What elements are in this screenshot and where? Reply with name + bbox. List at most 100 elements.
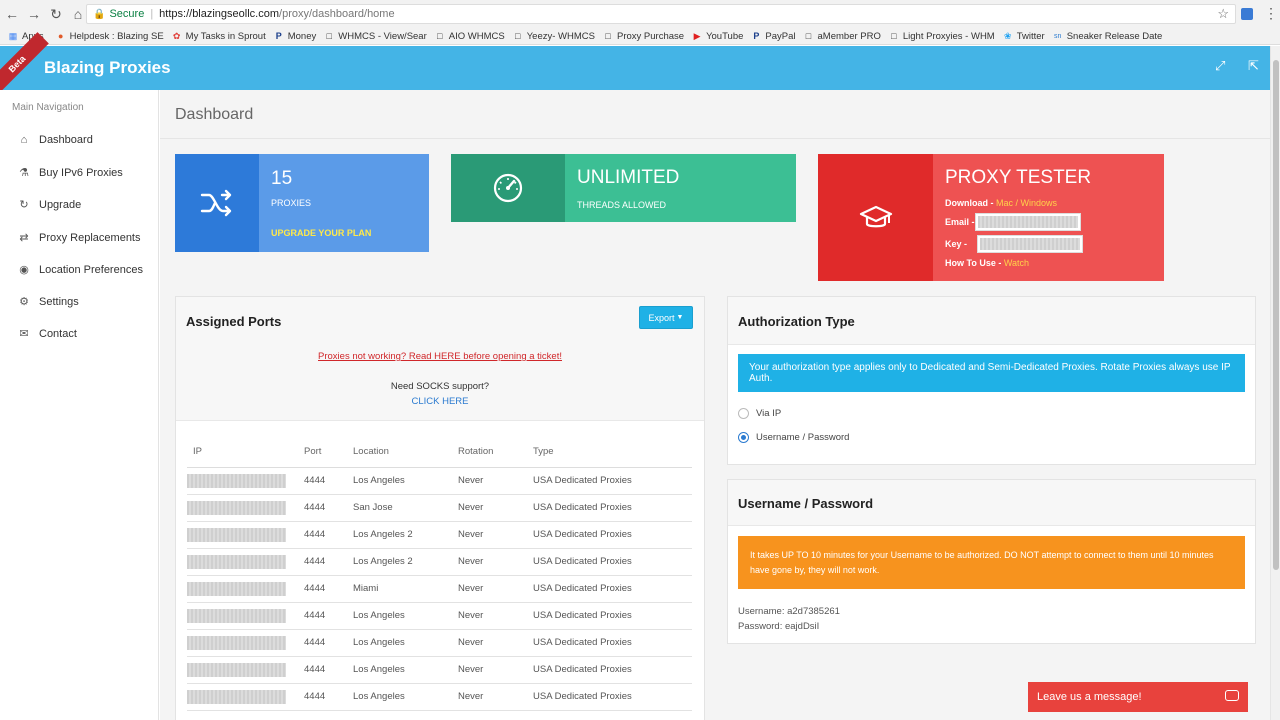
table-header-row: IP Port Location Rotation Type: [187, 437, 692, 468]
exchange-icon: ⇄: [19, 232, 29, 244]
chat-bubble-icon: [1225, 690, 1239, 701]
bookmark-item[interactable]: □ AIO WHMCS: [435, 31, 505, 42]
column-header-type: Type: [533, 437, 692, 468]
sidebar-item-location-preferences[interactable]: ◉ Location Preferences: [18, 263, 143, 277]
brand-title[interactable]: Blazing Proxies: [44, 58, 171, 78]
forward-arrow-icon[interactable]: →: [24, 4, 44, 24]
app-header: Beta Blazing Proxies ⤢ ⇱: [0, 32, 1270, 96]
flask-icon: ⚗: [19, 167, 29, 179]
leave-message-chat-button[interactable]: Leave us a message!: [1028, 682, 1248, 712]
mac-download-link[interactable]: Mac: [996, 198, 1013, 208]
ip-redacted: [187, 527, 286, 542]
bookmark-item[interactable]: □ WHMCS - View/Sear: [324, 31, 427, 42]
ip-redacted: [187, 608, 286, 623]
sidebar-item-buy-ipv6[interactable]: ⚗ Buy IPv6 Proxies: [18, 166, 123, 180]
upgrade-plan-link[interactable]: UPGRADE YOUR PLAN: [271, 228, 371, 238]
ip-redacted: [187, 500, 286, 515]
proxies-tile: 15 PROXIES UPGRADE YOUR PLAN: [175, 154, 429, 252]
back-arrow-icon[interactable]: ←: [2, 4, 22, 24]
sidebar-item-dashboard[interactable]: ⌂ Dashboard: [18, 134, 93, 146]
logout-icon[interactable]: ⇱: [1248, 58, 1259, 74]
browser-menu-icon[interactable]: ⋮: [1264, 5, 1278, 22]
secure-label: Secure: [109, 8, 145, 20]
sidebar-item-settings[interactable]: ⚙ Settings: [18, 295, 79, 309]
page-scrollbar[interactable]: [1270, 46, 1280, 720]
bookmark-item[interactable]: P PayPal: [751, 31, 795, 42]
refresh-icon: ↻: [19, 199, 29, 211]
ip-redacted: [187, 554, 286, 569]
ip-redacted: [187, 635, 286, 650]
page-icon: □: [515, 31, 521, 41]
ip-redacted: [187, 581, 286, 596]
bookmark-item[interactable]: □ Yeezy- WHMCS: [513, 31, 595, 42]
bookmark-item[interactable]: ▶ YouTube: [692, 31, 744, 42]
apps-grid-icon: ▦: [8, 30, 18, 41]
assigned-ports-panel: Assigned Ports Export ▼ Proxies not worki…: [175, 296, 705, 720]
radio-via-ip[interactable]: Via IP: [738, 408, 781, 419]
proxy-tester-tile: PROXY TESTER Download - Mac / Windows Em…: [818, 154, 1164, 281]
scrollbar-thumb[interactable]: [1273, 60, 1279, 570]
bookmark-item[interactable]: ❀ Twitter: [1003, 31, 1045, 42]
sidebar-item-proxy-replacements[interactable]: ⇄ Proxy Replacements: [18, 231, 140, 245]
caret-down-icon: ▼: [676, 314, 684, 321]
bookmark-star-icon[interactable]: ☆: [1217, 6, 1229, 22]
radio-button[interactable]: [738, 408, 749, 419]
address-bar[interactable]: 🔒 Secure | https://blazingseollc.com/pro…: [86, 4, 1236, 24]
table-row: 4444 Los Angeles Never USA Dedicated Proxie…: [187, 629, 692, 657]
fullscreen-icon[interactable]: ⤢: [1215, 58, 1225, 74]
reload-icon[interactable]: ↻: [46, 4, 66, 24]
watch-link[interactable]: Watch: [1004, 258, 1029, 268]
proxies-not-working-link[interactable]: Proxies not working? Read HERE before op…: [176, 351, 704, 362]
bookmark-item[interactable]: □ Light Proxyies - WHM: [889, 31, 995, 42]
proxies-count: 15: [271, 168, 293, 189]
column-header-rotation: Rotation: [458, 437, 533, 468]
shuffle-icon: [175, 154, 259, 252]
page-icon: □: [437, 31, 443, 41]
bookmark-item[interactable]: sn Sneaker Release Date: [1053, 31, 1162, 42]
proxies-label: PROXIES: [271, 198, 312, 208]
authorization-type-panel: Authorization Type Your authorization ty…: [727, 296, 1256, 465]
table-row: 4444 Los Angeles Never USA Dedicated Proxie…: [187, 602, 692, 630]
windows-download-link[interactable]: Windows: [1021, 198, 1058, 208]
username-value: Username: a2d7385261: [738, 606, 840, 617]
url-text: https://blazingseollc.com/proxy/dashboar…: [159, 8, 395, 20]
chat-label: Leave us a message!: [1037, 691, 1142, 703]
main-content: Dashboard 15 PROXIES UPGRADE YOUR PLAN U…: [160, 90, 1270, 720]
username-password-title: Username / Password: [738, 496, 874, 511]
lock-icon: 🔒: [93, 8, 106, 20]
how-to-use-label: How To Use -: [945, 258, 1004, 268]
browser-toolbar: ← → ↻ ⌂ 🔒 Secure | https://blazingseollc…: [0, 0, 1280, 28]
authorization-warning-alert: It takes UP TO 10 minutes for your Usern…: [738, 536, 1245, 589]
bookmark-item[interactable]: P Money: [274, 31, 317, 42]
bookmark-item[interactable]: ✿ My Tasks in Sprout: [172, 31, 266, 42]
assigned-ports-title: Assigned Ports: [186, 314, 282, 329]
radio-button-selected[interactable]: [738, 432, 749, 443]
table-row: 4444 Los Angeles Never USA Dedicated Proxie…: [187, 467, 692, 495]
bookmark-item[interactable]: □ Proxy Purchase: [603, 31, 684, 42]
click-here-link[interactable]: CLICK HERE: [176, 396, 704, 407]
table-row: 4444 Los Angeles 2 Never USA Dedicated Prox…: [187, 548, 692, 576]
username-password-panel: Username / Password It takes UP TO 10 mi…: [727, 479, 1256, 644]
password-value: Password: eajdDsiI: [738, 621, 820, 632]
authorization-info-alert: Your authorization type applies only to …: [738, 354, 1245, 392]
sidebar-item-upgrade[interactable]: ↻ Upgrade: [18, 198, 81, 212]
paypal-icon: P: [275, 31, 282, 41]
ports-table: IP Port Location Rotation Type 4444 Los A…: [187, 437, 692, 711]
sidebar-item-contact[interactable]: ✉ Contact: [18, 327, 77, 341]
ip-redacted: [187, 689, 286, 704]
home-browser-icon[interactable]: ⌂: [68, 4, 88, 24]
globe-icon: ◉: [19, 264, 29, 276]
sidebar: Main Navigation ⌂ Dashboard ⚗ Buy IPv6 Pro…: [0, 90, 159, 720]
table-row: 4444 Los Angeles 2 Never USA Dedicated Prox…: [187, 521, 692, 549]
bookmark-item[interactable]: ● Helpdesk : Blazing SE: [56, 31, 164, 42]
email-label: Email -: [945, 217, 975, 227]
threads-label: THREADS ALLOWED: [577, 200, 667, 210]
radio-username-password[interactable]: Username / Password: [738, 432, 849, 443]
sprout-icon: ✿: [172, 30, 181, 41]
column-header-ip: IP: [187, 437, 304, 468]
extension-icon[interactable]: [1241, 8, 1253, 20]
sn-icon: sn: [1054, 32, 1062, 40]
bookmark-item[interactable]: □ aMember PRO: [804, 31, 881, 42]
home-icon: ⌂: [20, 134, 28, 146]
export-button[interactable]: Export ▼: [639, 306, 693, 329]
